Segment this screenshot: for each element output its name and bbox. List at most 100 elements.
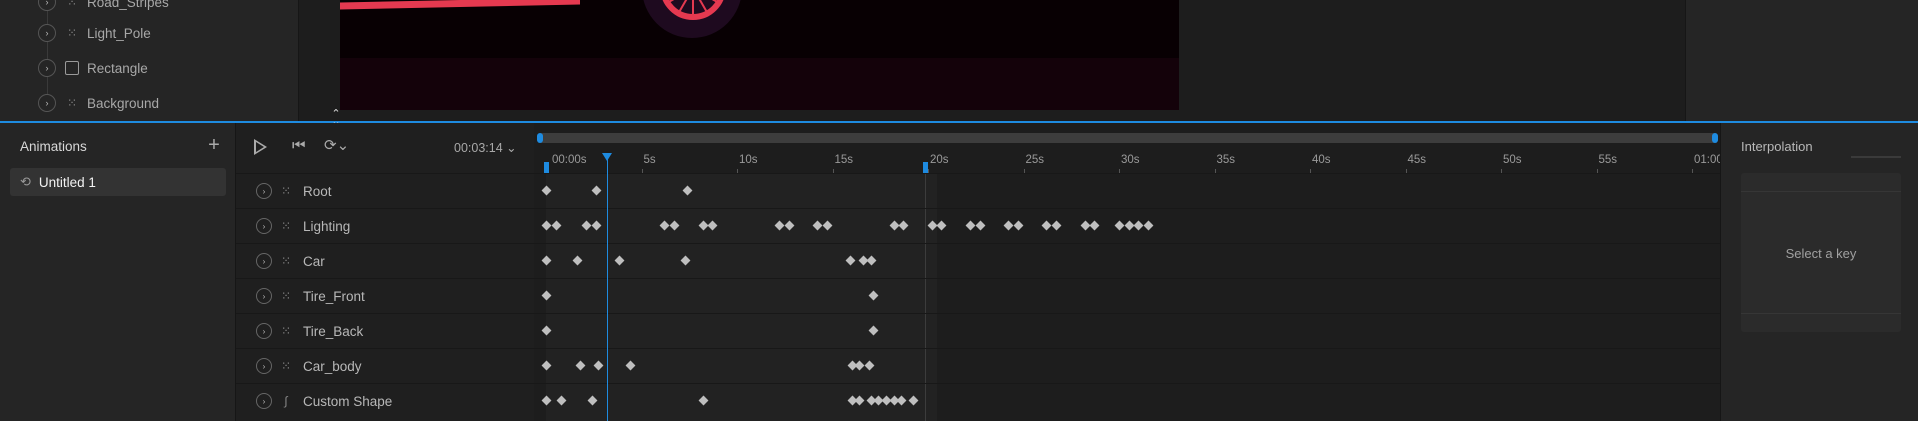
ruler-tick-label: 55s — [1598, 154, 1618, 166]
timeline-layer-row[interactable]: › ∫ Custom Shape — [236, 383, 534, 418]
stage-area[interactable] — [299, 0, 1685, 122]
chevron-down-icon: ⌄ — [506, 141, 517, 155]
expand-icon[interactable]: › — [256, 323, 272, 339]
keyframe-track[interactable] — [534, 243, 1720, 278]
timeline-layer-label: Tire_Back — [303, 323, 364, 339]
interpolation-title: Interpolation — [1741, 139, 1813, 154]
headlight-beam-shape — [340, 0, 580, 10]
timeline-layer-label: Root — [303, 183, 332, 199]
interpolation-grid-line — [1741, 313, 1901, 314]
hierarchy-item-label: Background — [87, 95, 160, 111]
playhead-line[interactable] — [607, 155, 609, 421]
ruler-tick-label: 35s — [1216, 154, 1236, 166]
timeline-layer-label: Lighting — [303, 218, 351, 234]
timeline-layer-label: Custom Shape — [303, 393, 393, 409]
inspector-panel — [1685, 0, 1918, 122]
timeline-layers-panel: ⏮ ⟳⌄ 00:03:14 ⌄ › ⁙ Root › ⁙ Lighting › ⁙ Car › ⁙ T… — [236, 123, 534, 421]
keyframe-track[interactable] — [534, 313, 1720, 348]
expand-icon[interactable]: › — [38, 94, 56, 112]
timecode-display[interactable]: 00:03:14 ⌄ — [454, 140, 517, 155]
keyframe-track[interactable] — [534, 348, 1720, 383]
interpolation-panel: Interpolation Select a key — [1720, 123, 1918, 421]
hierarchy-item[interactable]: › ⁙ Road_Stripes — [38, 0, 169, 13]
skip-back-icon[interactable]: ⏮ — [292, 137, 306, 154]
expand-icon[interactable]: › — [256, 288, 272, 304]
group-icon: ⁙ — [280, 254, 292, 268]
hierarchy-item[interactable]: › ⁙ Background — [38, 92, 159, 114]
ruler-tick-label: 00:00s — [552, 154, 587, 166]
plus-icon: + — [208, 134, 220, 156]
group-icon: ⁙ — [66, 0, 78, 9]
timeline-tracks[interactable]: 00:00s 5s 10s 15s 20s 25s 30s 35s 40s 45s 50s 55s 01… — [534, 123, 1720, 421]
group-icon: ⁙ — [66, 26, 78, 40]
timeline-layer-row[interactable]: › ⁙ Car_body — [236, 348, 534, 383]
group-icon: ⁙ — [280, 359, 292, 373]
timeline-layer-label: Car_body — [303, 358, 362, 374]
timecode-value: 00:03:14 — [454, 141, 503, 155]
timeline-layer-row[interactable]: › ⁙ Lighting — [236, 208, 534, 243]
ruler-tick-label: 30s — [1121, 154, 1140, 166]
ruler-tick-label: 5s — [643, 154, 656, 166]
work-area-end-marker[interactable] — [923, 162, 928, 173]
scrollbar-end-handle[interactable] — [1712, 133, 1718, 143]
select-key-message: Select a key — [1785, 246, 1857, 261]
scrollbar-start-handle[interactable] — [537, 133, 543, 143]
timeline-layer-row[interactable]: › ⁙ Car — [236, 243, 534, 278]
artboard-canvas[interactable] — [340, 0, 1179, 110]
expand-icon[interactable]: › — [256, 218, 272, 234]
ruler-tick-label: 45s — [1407, 154, 1427, 166]
ruler-tick-label: 10s — [739, 154, 758, 166]
animation-item-label: Untitled 1 — [38, 174, 96, 190]
ruler-tick-label: 01:00 — [1694, 154, 1720, 166]
add-animation-button[interactable]: + — [204, 133, 224, 157]
ruler-tick-label: 20s — [930, 154, 949, 166]
timeline-layer-label: Tire_Front — [303, 288, 365, 304]
timeline-layer-label: Car — [303, 253, 325, 269]
keyframe-track[interactable] — [534, 278, 1720, 313]
interpolation-tab-underline — [1851, 156, 1901, 158]
editor-top-area: › ⁙ Road_Stripes › ⁙ Light_Pole › Rectangle › ⁙ Ba… — [0, 0, 1918, 122]
group-icon: ⁙ — [280, 289, 292, 303]
group-icon: ⁙ — [66, 96, 78, 110]
group-icon: ⁙ — [280, 324, 292, 338]
expand-icon[interactable]: › — [256, 253, 272, 269]
expand-icon[interactable]: › — [256, 358, 272, 374]
animations-title: Animations — [20, 139, 87, 154]
wheel-spoke-shape — [692, 0, 694, 18]
expand-icon[interactable]: › — [38, 59, 56, 77]
animation-icon: ⟲ — [20, 174, 31, 189]
expand-icon[interactable]: › — [38, 0, 56, 11]
interpolation-grid-line — [1741, 191, 1901, 192]
path-icon: ∫ — [284, 394, 288, 408]
ruler-tick-label: 25s — [1025, 154, 1045, 166]
time-ruler[interactable]: 00:00s 5s 10s 15s 20s 25s 30s 35s 40s 45s 50s 55s 01… — [534, 151, 1720, 173]
timeline-toolbar: ⏮ ⟳⌄ 00:03:14 ⌄ — [236, 123, 534, 173]
loop-icon[interactable]: ⟳⌄ — [324, 136, 349, 154]
expand-icon[interactable]: › — [256, 183, 272, 199]
play-icon-inner — [256, 142, 264, 152]
keyframe-track[interactable] — [534, 173, 1720, 208]
group-icon: ⁙ — [280, 184, 292, 198]
work-area-start-marker[interactable] — [544, 162, 549, 173]
hierarchy-item[interactable]: › Rectangle — [38, 57, 148, 79]
expand-icon[interactable]: › — [256, 393, 272, 409]
ruler-tick-label: 15s — [834, 154, 854, 166]
interpolation-editor: Select a key — [1741, 173, 1901, 332]
hierarchy-item-label: Light_Pole — [87, 25, 151, 41]
timeline-layer-row[interactable]: › ⁙ Tire_Front — [236, 278, 534, 313]
artboard-floor-shape — [340, 58, 1179, 110]
hierarchy-item[interactable]: › ⁙ Light_Pole — [38, 22, 151, 44]
rectangle-icon — [65, 61, 79, 75]
timeline-scrollbar[interactable] — [537, 133, 1718, 143]
timeline-layer-row[interactable]: › ⁙ Tire_Back — [236, 313, 534, 348]
timeline-layer-row[interactable]: › ⁙ Root — [236, 173, 534, 208]
hierarchy-item-label: Rectangle — [87, 60, 148, 76]
ruler-tick-label: 50s — [1503, 154, 1522, 166]
animations-panel: Animations + ⟲ Untitled 1 — [0, 123, 236, 421]
animation-item[interactable]: ⟲ Untitled 1 — [10, 168, 226, 196]
ruler-tick-label: 40s — [1312, 154, 1331, 166]
expand-icon[interactable]: › — [38, 24, 56, 42]
group-icon: ⁙ — [280, 219, 292, 233]
layers-hierarchy-panel: › ⁙ Road_Stripes › ⁙ Light_Pole › Rectangle › ⁙ Ba… — [0, 0, 299, 122]
keyframe-track[interactable] — [534, 383, 1720, 418]
